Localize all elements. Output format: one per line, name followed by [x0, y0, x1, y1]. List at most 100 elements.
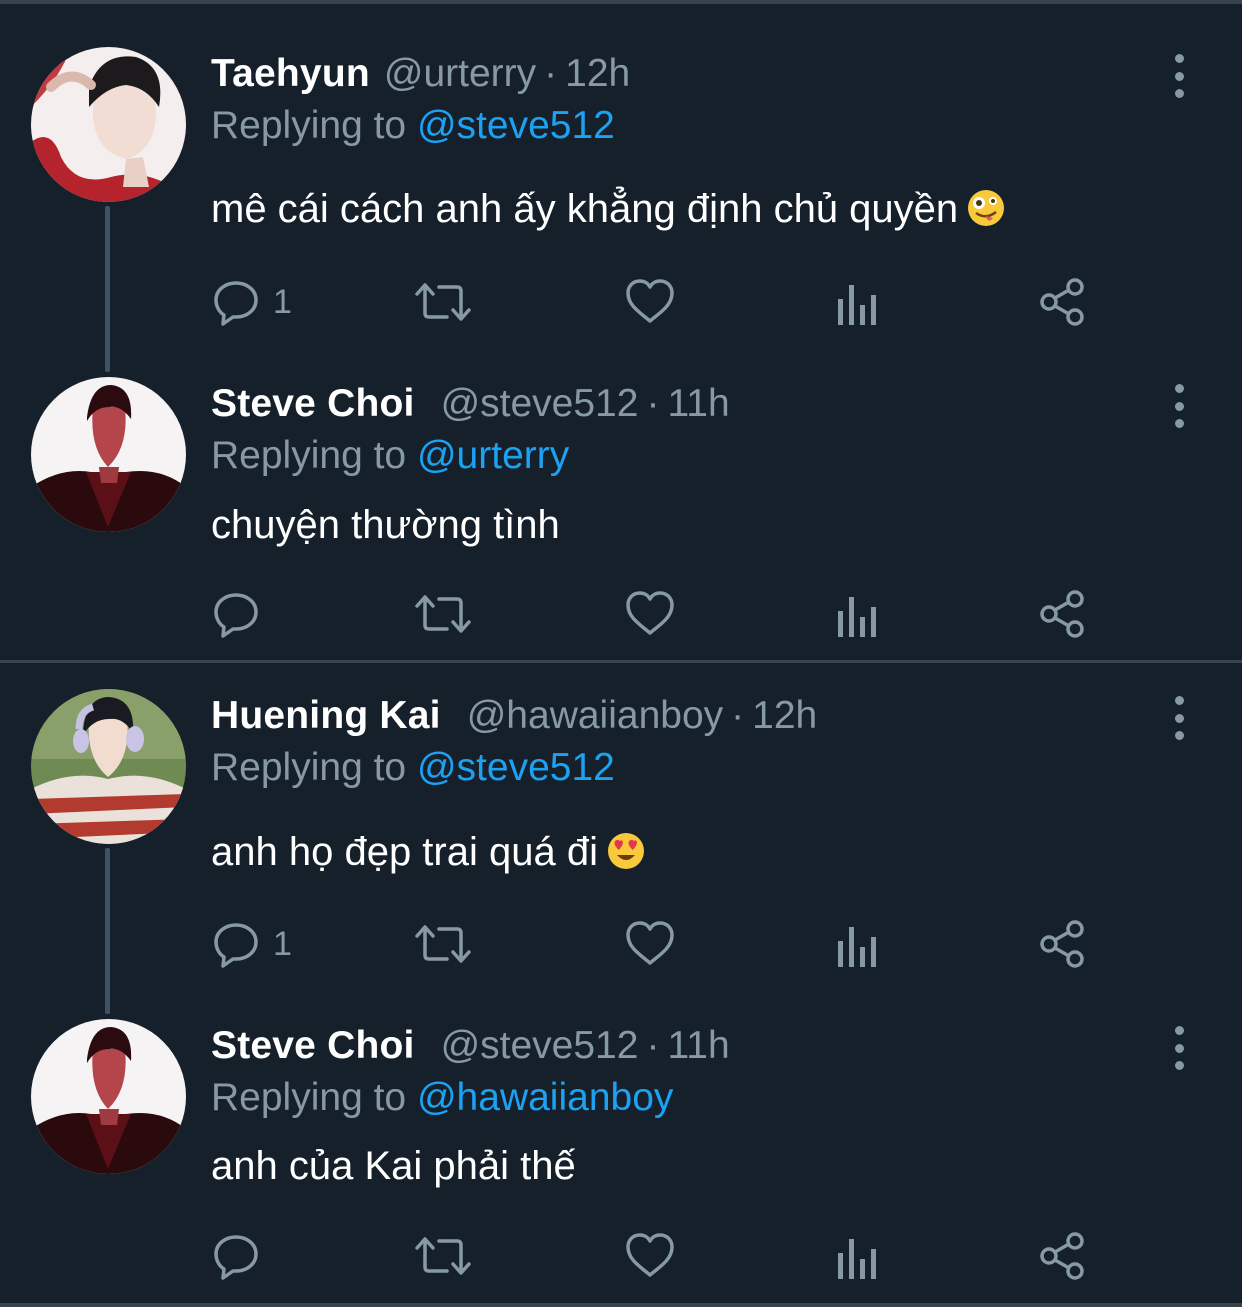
like-button[interactable] — [625, 586, 675, 642]
mention-link[interactable]: @steve512 — [417, 746, 615, 789]
retweet-button[interactable] — [413, 1228, 473, 1284]
replying-label: Replying to — [211, 1076, 407, 1119]
avatar[interactable] — [31, 47, 186, 202]
more-options-button[interactable] — [1166, 1026, 1192, 1070]
more-icon-dot — [1174, 713, 1184, 723]
more-icon-dot — [1174, 731, 1184, 740]
share-icon — [1040, 278, 1084, 326]
display-name[interactable]: Taehyun — [211, 52, 370, 95]
more-icon-dot — [1174, 1026, 1184, 1035]
tweet[interactable]: Steve Choi @steve512 · 11h Replying to @haw… — [0, 1003, 1242, 1303]
tweet-text: mê cái cách anh ấy khẳng định chủ quyền — [211, 184, 1006, 234]
username[interactable]: @hawaiianboy — [467, 694, 723, 737]
tweet-text-content: mê cái cách anh ấy khẳng định chủ quyền — [211, 187, 959, 231]
reply-icon — [214, 1235, 258, 1280]
username[interactable]: @steve512 — [441, 382, 639, 425]
reply-icon — [214, 923, 258, 968]
tweet-text-content: chuyện thường tình — [211, 503, 560, 547]
timestamp[interactable]: 12h — [565, 52, 630, 95]
tweet-text-content: anh của Kai phải thế — [211, 1144, 576, 1188]
analytics-icon — [838, 285, 876, 325]
replying-label: Replying to — [211, 104, 407, 147]
retweet-icon — [415, 595, 471, 633]
more-icon-dot — [1174, 401, 1184, 411]
timestamp[interactable]: 11h — [667, 1024, 729, 1067]
retweet-icon — [415, 925, 471, 963]
avatar[interactable] — [31, 377, 186, 532]
analytics-button[interactable] — [835, 586, 879, 642]
share-icon — [1040, 920, 1084, 968]
tweet-actions: 1 — [211, 916, 1111, 972]
tweet-text: chuyện thường tình — [211, 500, 560, 550]
analytics-button[interactable] — [835, 274, 879, 330]
heart-eyes-face-icon — [606, 831, 646, 883]
more-icon-dot — [1174, 384, 1184, 393]
share-button[interactable] — [1039, 1228, 1085, 1284]
replying-label: Replying to — [211, 434, 407, 477]
retweet-button[interactable] — [413, 916, 473, 972]
tweet[interactable]: Huening Kai @hawaiianboy · 12h Replying to … — [0, 663, 1242, 1003]
time-separator: · — [646, 1024, 660, 1067]
share-icon — [1040, 590, 1084, 638]
share-button[interactable] — [1039, 274, 1085, 330]
share-icon — [1040, 1232, 1084, 1280]
reply-icon — [214, 593, 258, 638]
more-options-button[interactable] — [1166, 384, 1192, 428]
tweet[interactable]: Steve Choi @steve512 · 11h Replying to @urt… — [0, 360, 1242, 660]
reply-button[interactable] — [211, 1228, 273, 1284]
more-icon-dot — [1174, 89, 1184, 98]
tweet-actions: 1 — [211, 274, 1111, 330]
like-button[interactable] — [625, 1228, 675, 1284]
analytics-icon — [838, 597, 876, 637]
avatar[interactable] — [31, 1019, 186, 1174]
like-button[interactable] — [625, 274, 675, 330]
replying-to: Replying to @hawaiianboy — [211, 1074, 673, 1122]
analytics-button[interactable] — [835, 1228, 879, 1284]
display-name[interactable]: Huening Kai — [211, 694, 441, 737]
replying-label: Replying to — [211, 746, 407, 789]
tweet-actions — [211, 586, 1111, 642]
reply-icon — [214, 281, 258, 326]
mention-link[interactable]: @hawaiianboy — [417, 1076, 673, 1119]
retweet-button[interactable] — [413, 586, 473, 642]
share-button[interactable] — [1039, 586, 1085, 642]
analytics-button[interactable] — [835, 916, 879, 972]
username[interactable]: @steve512 — [441, 1024, 639, 1067]
time-separator: · — [544, 52, 558, 95]
tweet-header: Taehyun @urterry · 12h — [211, 50, 630, 98]
more-icon-dot — [1174, 71, 1184, 81]
display-name[interactable]: Steve Choi — [211, 382, 415, 425]
timestamp[interactable]: 11h — [667, 382, 729, 425]
analytics-icon — [838, 1239, 876, 1279]
analytics-icon — [838, 927, 876, 967]
username[interactable]: @urterry — [384, 52, 536, 95]
reply-count: 1 — [273, 282, 292, 321]
reply-button[interactable]: 1 — [211, 274, 292, 330]
share-button[interactable] — [1039, 916, 1085, 972]
bottom-divider — [0, 1303, 1242, 1307]
avatar[interactable] — [31, 689, 186, 844]
more-options-button[interactable] — [1166, 54, 1192, 98]
timestamp[interactable]: 12h — [752, 694, 817, 737]
more-icon-dot — [1174, 696, 1184, 705]
mention-link[interactable]: @steve512 — [417, 104, 615, 147]
more-icon-dot — [1174, 54, 1184, 63]
tweet-actions — [211, 1228, 1111, 1284]
tweet-text: anh của Kai phải thế — [211, 1141, 576, 1191]
like-icon — [626, 591, 674, 635]
time-separator: · — [731, 694, 745, 737]
tweet[interactable]: Taehyun @urterry · 12h Replying to @steve51… — [0, 0, 1242, 360]
display-name[interactable]: Steve Choi — [211, 1024, 415, 1067]
tweet-text: anh họ đẹp trai quá đi — [211, 827, 646, 877]
retweet-button[interactable] — [413, 274, 473, 330]
like-button[interactable] — [625, 916, 675, 972]
more-options-button[interactable] — [1166, 696, 1192, 740]
tweet-header: Steve Choi @steve512 · 11h — [211, 380, 730, 428]
time-separator: · — [646, 382, 660, 425]
more-icon-dot — [1174, 1061, 1184, 1070]
reply-button[interactable] — [211, 586, 273, 642]
reply-button[interactable]: 1 — [211, 916, 292, 972]
replying-to: Replying to @steve512 — [211, 744, 615, 792]
like-icon — [626, 921, 674, 965]
mention-link[interactable]: @urterry — [417, 434, 569, 477]
